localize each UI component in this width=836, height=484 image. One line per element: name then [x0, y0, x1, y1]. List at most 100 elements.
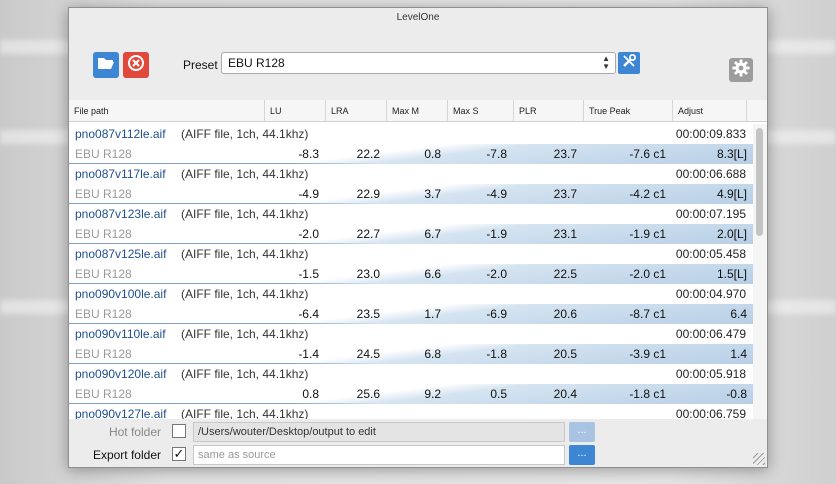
export-folder-browse-button[interactable]: ...	[569, 445, 595, 465]
hot-folder-path-field[interactable]: /Users/wouter/Desktop/output to edit	[193, 422, 565, 442]
column-header-max-s[interactable]: Max S	[447, 100, 513, 122]
plr-value: 20.6	[553, 307, 577, 321]
file-info: (AIFF file, 1ch, 44.1khz)	[181, 287, 309, 301]
preset-select-value: EBU R128	[228, 56, 285, 70]
file-info: (AIFF file, 1ch, 44.1khz)	[181, 327, 309, 341]
table-row[interactable]: pno090v127le.aif (AIFF file, 1ch, 44.1khz…	[69, 404, 753, 419]
settings-button[interactable]	[729, 58, 753, 82]
plr-value: 23.7	[553, 187, 577, 201]
true-peak-value: -7.6 c1	[629, 147, 666, 161]
lu-value: 0.8	[302, 387, 319, 401]
lu-value: -1.4	[298, 347, 319, 361]
toolbar: Preset EBU R128 ▲ ▼	[69, 30, 767, 100]
max-s-value: -6.9	[486, 307, 507, 321]
true-peak-value: -3.9 c1	[629, 347, 666, 361]
table-row[interactable]: pno090v100le.aif (AIFF file, 1ch, 44.1khz…	[69, 284, 753, 324]
table-row[interactable]: pno090v110le.aif (AIFF file, 1ch, 44.1khz…	[69, 324, 753, 364]
row-file-line: pno087v117le.aif (AIFF file, 1ch, 44.1khz…	[69, 164, 753, 184]
file-name: pno090v120le.aif	[75, 367, 167, 381]
edit-preset-button[interactable]	[618, 52, 640, 74]
row-file-line: pno087v123le.aif (AIFF file, 1ch, 44.1khz…	[69, 204, 753, 224]
max-s-value: -2.0	[486, 267, 507, 281]
row-file-line: pno087v125le.aif (AIFF file, 1ch, 44.1khz…	[69, 244, 753, 264]
column-header-file-path[interactable]: File path	[69, 100, 264, 122]
column-header-true-peak[interactable]: True Peak	[583, 100, 672, 122]
column-header-max-m[interactable]: Max M	[386, 100, 447, 122]
row-preset-name: EBU R128	[75, 267, 132, 281]
vertical-scrollbar[interactable]	[753, 124, 767, 419]
row-measurement-line: EBU R128 -1.4 24.5 6.8 -1.8 20.5 -3.9 c1 1.4	[69, 344, 753, 364]
plr-value: 23.1	[553, 227, 577, 241]
clear-list-button[interactable]	[123, 52, 149, 78]
lra-value: 23.5	[356, 307, 380, 321]
preset-label: Preset	[183, 58, 218, 72]
row-preset-name: EBU R128	[75, 187, 132, 201]
row-file-line: pno090v120le.aif (AIFF file, 1ch, 44.1khz…	[69, 364, 753, 384]
file-name: pno090v100le.aif	[75, 287, 167, 301]
max-m-value: 6.6	[424, 267, 441, 281]
close-icon	[128, 54, 144, 76]
lu-value: -1.5	[298, 267, 319, 281]
hot-folder-label: Hot folder	[108, 425, 161, 439]
adjust-value: 4.9[L]	[716, 187, 747, 201]
lra-value: 24.5	[356, 347, 380, 361]
hot-folder-checkbox[interactable]	[172, 424, 186, 438]
lu-value: -2.0	[298, 227, 319, 241]
file-info: (AIFF file, 1ch, 44.1khz)	[181, 247, 309, 261]
max-m-value: 9.2	[424, 387, 441, 401]
max-m-value: 0.8	[424, 147, 441, 161]
export-folder-checkbox[interactable]: ✓	[172, 447, 186, 461]
lu-value: -4.9	[298, 187, 319, 201]
lu-value: -8.3	[298, 147, 319, 161]
max-s-value: -7.8	[486, 147, 507, 161]
file-name: pno090v127le.aif	[75, 407, 167, 419]
file-info: (AIFF file, 1ch, 44.1khz)	[181, 407, 309, 419]
adjust-value: 1.4	[730, 347, 747, 361]
max-s-value: -1.9	[486, 227, 507, 241]
true-peak-value: -1.8 c1	[629, 387, 666, 401]
scrollbar-thumb[interactable]	[756, 128, 763, 236]
resize-grip[interactable]	[753, 453, 765, 465]
file-duration: 00:00:05.918	[675, 367, 746, 381]
column-header-lra[interactable]: LRA	[325, 100, 386, 122]
folder-open-icon	[97, 56, 115, 75]
true-peak-value: -1.9 c1	[629, 227, 666, 241]
max-m-value: 6.7	[424, 227, 441, 241]
open-files-button[interactable]	[93, 52, 119, 78]
row-preset-name: EBU R128	[75, 387, 132, 401]
hot-folder-browse-button[interactable]: ...	[569, 422, 595, 442]
file-name: pno087v117le.aif	[75, 167, 166, 181]
file-duration: 00:00:06.759	[675, 407, 746, 419]
export-folder-label: Export folder	[92, 448, 161, 462]
file-duration: 00:00:09.833	[675, 127, 746, 141]
column-header-plr[interactable]: PLR	[513, 100, 583, 122]
file-info: (AIFF file, 1ch, 44.1khz)	[181, 207, 309, 221]
column-header-lu[interactable]: LU	[264, 100, 325, 122]
row-preset-name: EBU R128	[75, 307, 132, 321]
lra-value: 22.2	[356, 147, 380, 161]
row-measurement-line: EBU R128 -4.9 22.9 3.7 -4.9 23.7 -4.2 c1 4.9[L]	[69, 184, 753, 204]
max-m-value: 1.7	[424, 307, 441, 321]
folder-options: Hot folder /Users/wouter/Desktop/output …	[69, 419, 767, 467]
table-row[interactable]: pno087v123le.aif (AIFF file, 1ch, 44.1khz…	[69, 204, 753, 244]
true-peak-value: -4.2 c1	[629, 187, 666, 201]
select-arrows-icon: ▲ ▼	[602, 54, 610, 71]
file-info: (AIFF file, 1ch, 44.1khz)	[181, 367, 309, 381]
table-row[interactable]: pno090v120le.aif (AIFF file, 1ch, 44.1khz…	[69, 364, 753, 404]
table-row[interactable]: pno087v125le.aif (AIFF file, 1ch, 44.1khz…	[69, 244, 753, 284]
preset-select[interactable]: EBU R128 ▲ ▼	[221, 52, 616, 74]
adjust-value: 1.5[L]	[716, 267, 747, 281]
export-folder-path-field[interactable]: same as source	[193, 445, 565, 465]
column-header-adjust[interactable]: Adjust	[672, 100, 747, 122]
file-duration: 00:00:06.688	[675, 167, 746, 181]
file-name: pno087v112le.aif	[75, 127, 166, 141]
file-name: pno087v123le.aif	[75, 207, 167, 221]
file-info: (AIFF file, 1ch, 44.1khz)	[181, 127, 309, 141]
row-measurement-line: EBU R128 -8.3 22.2 0.8 -7.8 23.7 -7.6 c1 8.3[L]	[69, 144, 753, 164]
table-header: File path LU LRA Max M Max S PLR True Pe…	[69, 100, 767, 122]
table-row[interactable]: pno087v112le.aif (AIFF file, 1ch, 44.1khz…	[69, 124, 753, 164]
table-row[interactable]: pno087v117le.aif (AIFF file, 1ch, 44.1khz…	[69, 164, 753, 204]
row-file-line: pno087v112le.aif (AIFF file, 1ch, 44.1khz…	[69, 124, 753, 144]
lra-value: 22.7	[356, 227, 380, 241]
true-peak-value: -8.7 c1	[629, 307, 666, 321]
